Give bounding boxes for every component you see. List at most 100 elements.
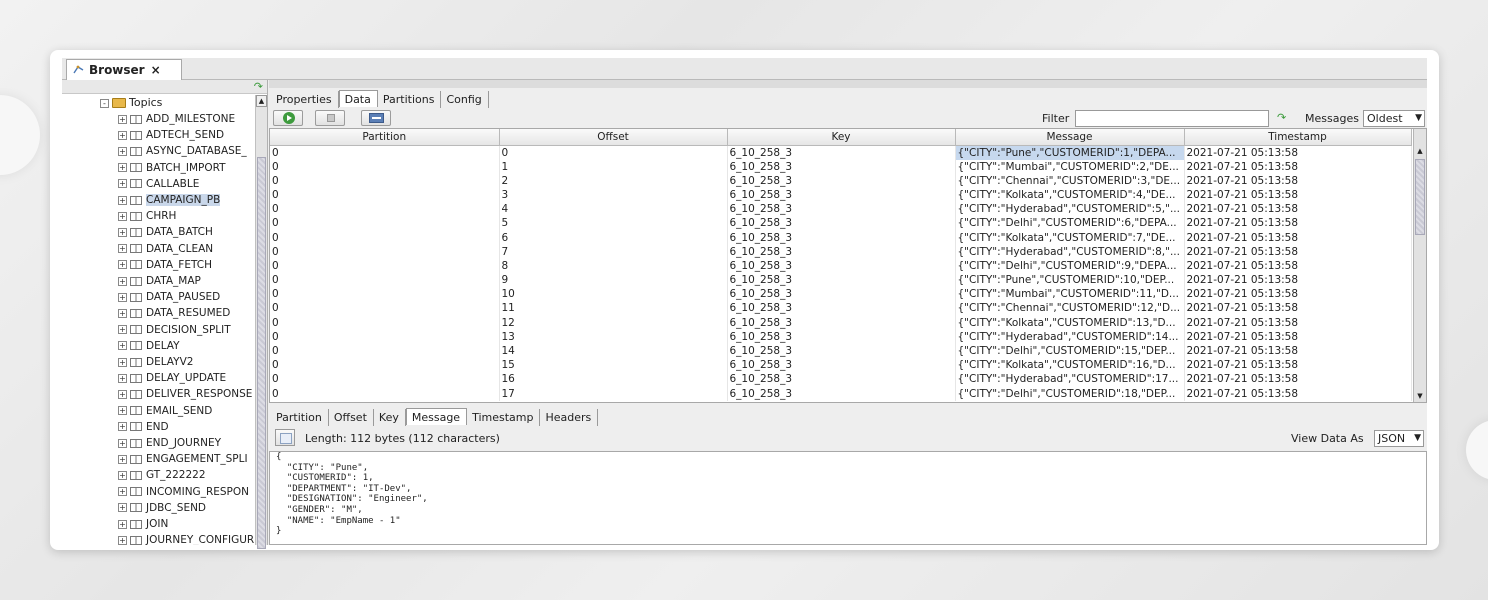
table-row[interactable]: 0 10 6_10_258_3 {"CITY":"Mumbai","CUSTOMERI… [270,287,1412,302]
view-toggle-button[interactable] [361,110,391,126]
table-row[interactable]: 0 17 6_10_258_3 {"CITY":"Delhi","CUSTOMERID… [270,386,1412,401]
tab-data[interactable]: Data [338,90,378,107]
table-cell[interactable]: 0 [270,258,500,273]
scroll-up-icon[interactable]: ▲ [1414,145,1426,157]
expand-icon[interactable]: + [118,227,127,237]
table-cell[interactable]: {"CITY":"Delhi","CUSTOMERID":18,"DEP... [955,386,1185,401]
expand-icon[interactable]: + [118,341,127,351]
column-header[interactable]: Timestamp [1184,129,1412,146]
table-cell[interactable]: 0 [270,372,500,387]
table-row[interactable]: 0 9 6_10_258_3 {"CITY":"Pune","CUSTOMERID":… [270,273,1412,288]
tree-scrollbar[interactable]: ▲ [255,95,267,549]
table-cell[interactable]: 6_10_258_3 [727,187,956,203]
table-cell[interactable]: 6_10_258_3 [727,258,956,273]
table-cell[interactable]: 0 [270,329,500,344]
column-header[interactable]: Key [727,129,956,146]
table-cell[interactable]: {"CITY":"Hyderabad","CUSTOMERID":14... [955,329,1185,344]
table-cell[interactable]: {"CITY":"Kolkata","CUSTOMERID":16,"D... [955,358,1185,373]
stop-button[interactable] [315,110,345,126]
expand-icon[interactable]: + [118,244,127,254]
table-cell[interactable]: 10 [499,287,728,302]
table-row[interactable]: 0 11 6_10_258_3 {"CITY":"Chennai","CUSTOMER… [270,301,1412,316]
table-cell[interactable]: 0 [270,273,500,288]
table-cell[interactable]: {"CITY":"Chennai","CUSTOMERID":12,"D... [955,301,1185,316]
tree-item-topic[interactable]: + ASYNC_DATABASE_ [118,143,247,159]
close-icon[interactable]: × [151,63,161,77]
table-cell[interactable]: 17 [499,386,728,401]
table-row[interactable]: 0 14 6_10_258_3 {"CITY":"Delhi","CUSTOMERID… [270,343,1412,359]
table-cell[interactable]: {"CITY":"Mumbai","CUSTOMERID":2,"DE... [955,159,1185,174]
table-cell[interactable]: 14 [499,343,728,359]
scroll-down-icon[interactable]: ▼ [1414,390,1426,402]
save-icon[interactable] [275,429,295,446]
detail-tab-message[interactable]: Message [405,408,468,425]
table-cell[interactable]: 2021-07-21 05:13:58 [1184,244,1412,259]
expand-icon[interactable]: + [118,406,127,416]
table-cell[interactable]: 2021-07-21 05:13:58 [1184,273,1412,288]
table-cell[interactable]: 2021-07-21 05:13:58 [1184,343,1412,359]
table-cell[interactable]: {"CITY":"Delhi","CUSTOMERID":6,"DEPA... [955,216,1185,231]
table-row[interactable]: 0 8 6_10_258_3 {"CITY":"Delhi","CUSTOMERID"… [270,258,1412,273]
table-cell[interactable]: 6_10_258_3 [727,315,956,330]
table-cell[interactable]: {"CITY":"Hyderabad","CUSTOMERID":5,"... [955,202,1185,217]
table-cell[interactable]: 6_10_258_3 [727,287,956,302]
table-scrollbar[interactable]: ▲ ▼ [1413,129,1426,402]
table-cell[interactable]: 0 [270,159,500,174]
expand-icon[interactable]: + [118,179,127,189]
column-header[interactable]: Offset [499,129,728,146]
tree-item-topic[interactable]: + CALLABLE [118,176,199,192]
table-row[interactable]: 0 3 6_10_258_3 {"CITY":"Kolkata","CUSTOMERI… [270,187,1412,203]
table-cell[interactable]: 6_10_258_3 [727,343,956,359]
table-cell[interactable]: 2021-07-21 05:13:58 [1184,230,1412,245]
table-cell[interactable]: {"CITY":"Pune","CUSTOMERID":10,"DEP... [955,273,1185,288]
table-cell[interactable]: {"CITY":"Hyderabad","CUSTOMERID":17... [955,372,1185,387]
expand-icon[interactable]: + [118,308,127,318]
tree-item-topic[interactable]: + JDBC_SEND [118,500,206,516]
table-row[interactable]: 0 5 6_10_258_3 {"CITY":"Delhi","CUSTOMERID"… [270,216,1412,231]
table-cell[interactable]: 0 [499,145,728,160]
table-row[interactable]: 0 16 6_10_258_3 {"CITY":"Hyderabad","CUSTOM… [270,372,1412,387]
table-cell[interactable]: 6_10_258_3 [727,159,956,174]
table-cell[interactable]: 15 [499,358,728,373]
expand-icon[interactable]: + [118,260,127,270]
table-cell[interactable]: 0 [270,230,500,245]
table-cell[interactable]: 6_10_258_3 [727,301,956,316]
column-header[interactable]: Message [955,129,1185,146]
tree-item-topic[interactable]: + GT_222222 [118,467,206,483]
table-cell[interactable]: 2021-07-21 05:13:58 [1184,358,1412,373]
view-data-as-select[interactable]: JSON ▼ [1374,430,1424,447]
table-scroll-thumb[interactable] [1415,159,1425,235]
table-cell[interactable]: 0 [270,216,500,231]
table-cell[interactable]: 0 [270,287,500,302]
tree-item-topic[interactable]: + DATA_BATCH [118,224,213,240]
table-cell[interactable]: 6_10_258_3 [727,386,956,401]
detail-tab-partition[interactable]: Partition [271,409,329,426]
table-cell[interactable]: 0 [270,386,500,401]
expand-icon[interactable]: + [118,211,127,221]
tree-item-topic[interactable]: + DELAY [118,338,180,354]
table-row[interactable]: 0 7 6_10_258_3 {"CITY":"Hyderabad","CUSTOME… [270,244,1412,259]
table-cell[interactable]: 2021-07-21 05:13:58 [1184,216,1412,231]
browser-tab[interactable]: Browser × [66,59,182,80]
table-cell[interactable]: 7 [499,244,728,259]
tree-item-topic[interactable]: + ENGAGEMENT_SPLI [118,451,248,467]
detail-tab-headers[interactable]: Headers [540,409,599,426]
table-cell[interactable]: 0 [270,358,500,373]
collapse-icon[interactable]: - [100,98,109,108]
table-cell[interactable]: 6_10_258_3 [727,358,956,373]
tab-partitions[interactable]: Partitions [378,91,442,108]
table-cell[interactable]: 6 [499,230,728,245]
messages-select[interactable]: Oldest ▼ [1363,110,1425,127]
tree-item-topic[interactable]: + DATA_FETCH [118,257,212,273]
table-cell[interactable]: 13 [499,329,728,344]
table-cell[interactable]: 4 [499,202,728,217]
refresh-icon[interactable]: ↷ [254,80,263,93]
expand-icon[interactable]: + [118,519,127,529]
table-cell[interactable]: 2021-07-21 05:13:58 [1184,258,1412,273]
detail-tab-key[interactable]: Key [374,409,406,426]
tree-item-topic[interactable]: + DATA_PAUSED [118,289,220,305]
table-cell[interactable]: {"CITY":"Pune","CUSTOMERID":1,"DEPA... [955,145,1185,160]
tree-item-topic[interactable]: + BATCH_IMPORT [118,160,226,176]
table-cell[interactable]: 2021-07-21 05:13:58 [1184,315,1412,330]
table-cell[interactable]: 3 [499,187,728,203]
